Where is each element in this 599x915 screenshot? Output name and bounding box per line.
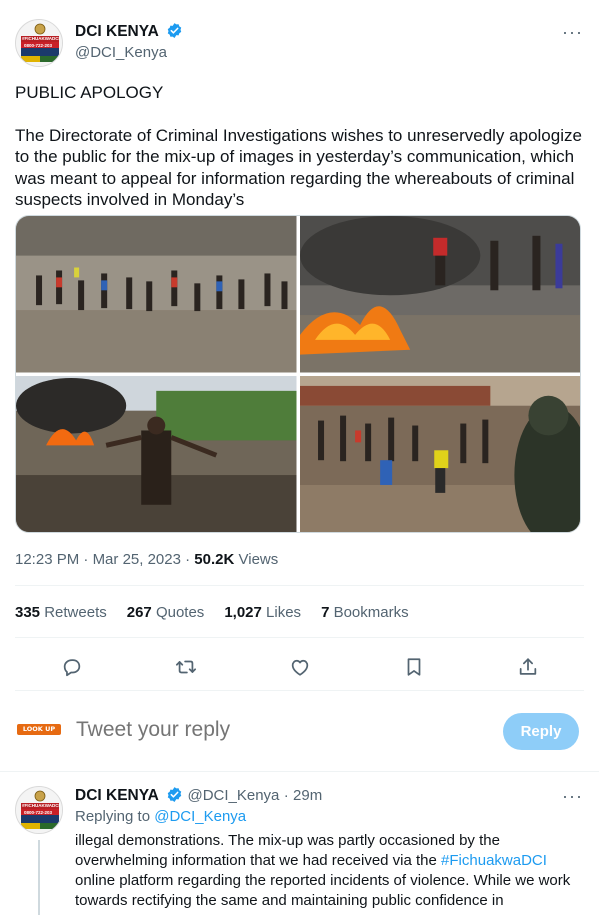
avatar-tag-text: #FICHUAKWADCI bbox=[22, 36, 60, 41]
bookmark-icon[interactable] bbox=[397, 650, 431, 684]
reply-time[interactable]: 29m bbox=[293, 787, 322, 804]
reply-text-part2: online platform regarding the reported i… bbox=[75, 872, 571, 909]
reply-header: DCI KENYA @DCI_Kenya · 29m bbox=[75, 786, 322, 805]
hashtag-link[interactable]: #FichuakwaDCI bbox=[441, 852, 547, 869]
quotes-stat[interactable]: 267 Quotes bbox=[127, 604, 205, 621]
tweet-date[interactable]: Mar 25, 2023 bbox=[93, 551, 181, 568]
bookmarks-stat[interactable]: 7 Bookmarks bbox=[321, 604, 409, 621]
reply-icon[interactable] bbox=[55, 650, 89, 684]
media-grid bbox=[15, 215, 581, 533]
replying-to-label: Replying to bbox=[75, 808, 151, 825]
current-user-avatar: LOOK UP TV bbox=[17, 724, 61, 744]
verified-badge-icon bbox=[167, 787, 182, 802]
avatar-tag-text: #FICHUAKWADCI bbox=[22, 803, 60, 808]
reply-button[interactable]: Reply bbox=[503, 713, 579, 750]
share-icon[interactable] bbox=[511, 650, 545, 684]
more-options-icon[interactable]: ··· bbox=[562, 22, 583, 43]
reply-input[interactable] bbox=[76, 718, 376, 742]
tweet-body: The Directorate of Criminal Investigatio… bbox=[15, 125, 582, 210]
replying-to-handle[interactable]: @DCI_Kenya bbox=[154, 808, 246, 825]
divider bbox=[15, 690, 584, 691]
media-photo-3[interactable] bbox=[16, 375, 297, 532]
tweet-stats: 335 Retweets 267 Quotes 1,027 Likes 7 Bo… bbox=[15, 604, 409, 621]
tweet-heading: PUBLIC APOLOGY bbox=[15, 83, 164, 102]
reply-author-handle[interactable]: @DCI_Kenya bbox=[187, 787, 279, 804]
reply-author-name[interactable]: DCI KENYA bbox=[75, 787, 159, 804]
author-handle[interactable]: @DCI_Kenya bbox=[75, 44, 167, 61]
like-icon[interactable] bbox=[283, 650, 317, 684]
more-options-icon[interactable]: ··· bbox=[562, 786, 583, 807]
views-count: 50.2K bbox=[194, 551, 235, 568]
media-photo-2[interactable] bbox=[299, 216, 580, 373]
replying-to: Replying to @DCI_Kenya bbox=[75, 808, 246, 825]
tweet-text: PUBLIC APOLOGY The Directorate of Crimin… bbox=[15, 82, 585, 211]
tweet-meta: 12:23 PM · Mar 25, 2023 · 50.2K Views bbox=[15, 551, 279, 568]
author-avatar[interactable]: #FICHUAKWADCI 0800-722-203 bbox=[15, 19, 63, 67]
avatar-phone-text: 0800-722-203 bbox=[24, 43, 53, 48]
divider bbox=[15, 585, 584, 586]
likes-stat[interactable]: 1,027 Likes bbox=[224, 604, 301, 621]
divider bbox=[0, 771, 599, 772]
divider bbox=[15, 637, 584, 638]
reply-author-avatar[interactable]: #FICHUAKWADCI 0800-722-203 bbox=[15, 786, 63, 834]
reply-text-part1: illegal demonstrations. The mix-up was p… bbox=[75, 832, 500, 869]
separator: · bbox=[283, 787, 289, 804]
reply-text: illegal demonstrations. The mix-up was p… bbox=[75, 831, 580, 911]
action-bar bbox=[15, 650, 585, 684]
author-name-row: DCI KENYA bbox=[75, 22, 183, 41]
media-photo-1[interactable] bbox=[16, 216, 297, 373]
tweet-time[interactable]: 12:23 PM bbox=[15, 551, 79, 568]
retweet-icon[interactable] bbox=[169, 650, 203, 684]
retweets-stat[interactable]: 335 Retweets bbox=[15, 604, 107, 621]
verified-badge-icon bbox=[168, 23, 182, 38]
author-name[interactable]: DCI KENYA bbox=[75, 23, 159, 40]
avatar-phone-text: 0800-722-203 bbox=[24, 810, 53, 815]
thread-line bbox=[38, 840, 40, 915]
views-label: Views bbox=[238, 551, 279, 568]
media-photo-4[interactable] bbox=[299, 375, 580, 532]
